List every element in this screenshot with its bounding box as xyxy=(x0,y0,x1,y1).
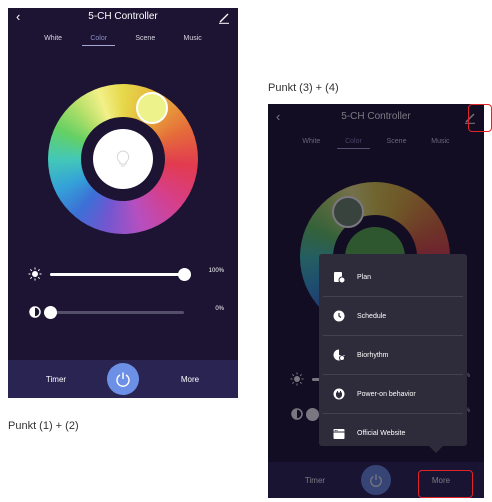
brightness-value: 100% xyxy=(208,268,224,274)
clock-icon xyxy=(333,310,345,322)
tab-bar: White Color Scene Music xyxy=(8,35,238,46)
timer-button[interactable]: Timer xyxy=(21,360,91,398)
power-button[interactable] xyxy=(107,363,139,395)
highlight-more xyxy=(418,470,473,498)
contrast-icon xyxy=(29,306,41,318)
phone-screen-color-tab: ‹ 5-CH Controller White Color Scene Musi… xyxy=(8,8,238,398)
website-icon xyxy=(333,428,345,439)
contrast-knob[interactable] xyxy=(44,306,57,319)
tab-scene[interactable]: Scene xyxy=(135,35,155,46)
tab-white[interactable]: White xyxy=(44,35,62,46)
more-button[interactable]: More xyxy=(155,360,225,398)
menu-item-schedule[interactable]: Schedule xyxy=(323,297,463,336)
menu-item-plan[interactable]: Plan xyxy=(323,258,463,297)
bottom-bar: Timer More xyxy=(8,360,238,398)
caption-right: Punkt (3) + (4) xyxy=(268,82,339,94)
highlight-edit xyxy=(468,104,492,132)
back-icon[interactable]: ‹ xyxy=(16,8,20,25)
phone-screen-more-menu: ‹ 5-CH Controller White Color Scene Musi… xyxy=(268,104,484,498)
bulb-toggle-button[interactable] xyxy=(93,129,153,189)
header-title: 5-CH Controller xyxy=(88,11,158,22)
plan-icon xyxy=(334,272,345,283)
brightness-knob[interactable] xyxy=(178,268,191,281)
contrast-slider[interactable]: 0% xyxy=(28,305,224,319)
more-menu: Plan Schedule Biorhythm Power-on behavio… xyxy=(319,254,467,453)
brightness-slider[interactable]: 100% xyxy=(28,267,224,281)
bulb-icon xyxy=(116,150,130,167)
tab-music[interactable]: Music xyxy=(184,35,202,46)
menu-item-power-on-behavior[interactable]: Power-on behavior xyxy=(323,375,463,414)
header: ‹ 5-CH Controller xyxy=(8,8,238,28)
edit-icon[interactable] xyxy=(218,12,230,24)
contrast-track[interactable] xyxy=(44,306,184,319)
sun-icon xyxy=(28,267,42,281)
biorhythm-icon xyxy=(333,349,345,361)
power-plug-icon xyxy=(333,388,345,400)
color-picker-handle[interactable] xyxy=(136,92,168,124)
tab-color[interactable]: Color xyxy=(82,35,115,46)
menu-item-biorhythm[interactable]: Biorhythm xyxy=(323,336,463,375)
caption-left: Punkt (1) + (2) xyxy=(8,420,79,432)
contrast-value: 0% xyxy=(215,306,224,312)
brightness-track[interactable] xyxy=(50,268,191,281)
power-icon xyxy=(116,372,130,387)
menu-item-official-website[interactable]: Official Website xyxy=(323,414,463,453)
